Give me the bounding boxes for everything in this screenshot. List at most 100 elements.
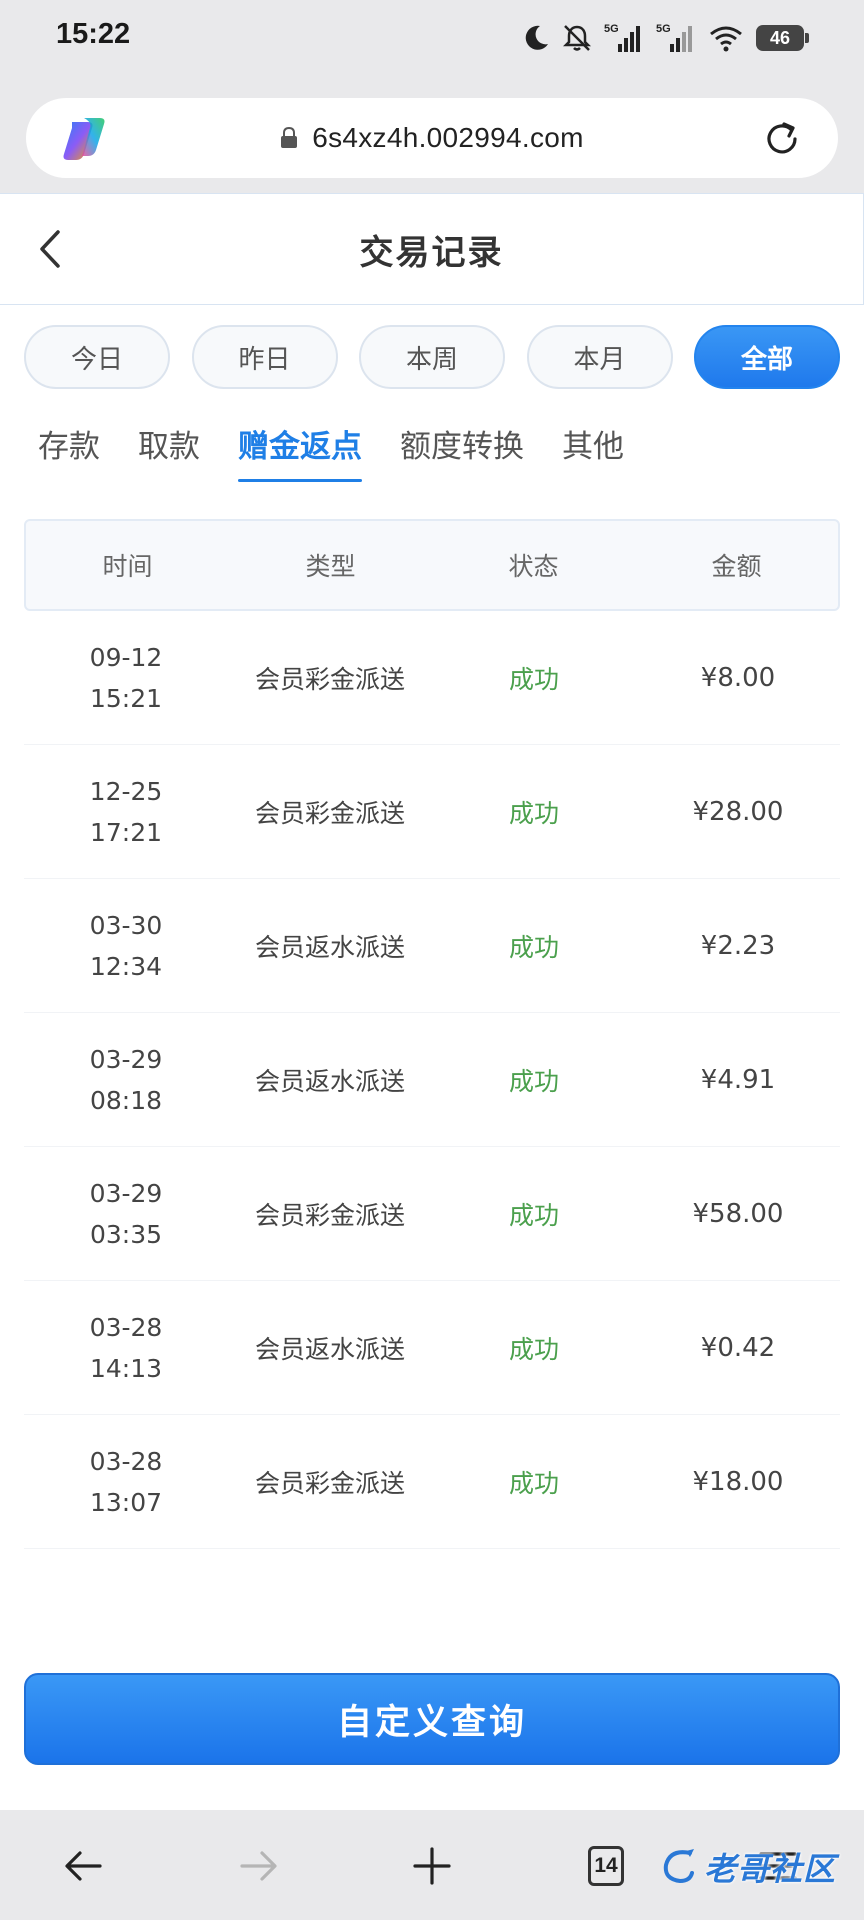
cell-date: 09-12 — [89, 642, 163, 672]
cell-clock: 12:34 — [89, 951, 163, 981]
status-bar: 15:22 5G 5G 46 — [0, 0, 864, 80]
cell-type: 会员彩金派送 — [254, 1200, 405, 1230]
moon-icon — [525, 25, 548, 50]
svg-text:5G: 5G — [656, 23, 671, 35]
signal-5g-icon: 5G — [604, 23, 640, 52]
bell-muted-icon — [562, 25, 592, 51]
column-header-amount: 金额 — [711, 552, 762, 581]
cell-amount: ¥4.91 — [700, 1064, 776, 1095]
page-content: 交易记录 今日 昨日 本周 本月 全部 存款 取款 赠金返点 额度转换 其他 时… — [0, 193, 864, 1810]
tab-count: 14 — [588, 1846, 624, 1886]
cell-time: 03-28 14:13 — [24, 1307, 228, 1389]
cell-clock: 17:21 — [89, 817, 163, 847]
svg-text:5G: 5G — [604, 23, 619, 35]
back-chevron-icon[interactable] — [36, 228, 66, 270]
table-row[interactable]: 03-29 03:35 会员彩金派送 成功 ¥58.00 — [24, 1147, 840, 1281]
tab-other[interactable]: 其他 — [562, 421, 624, 482]
signal-5g-icon-2: 5G — [656, 23, 692, 52]
watermark-text: 老哥社区 — [704, 1850, 837, 1888]
url-wrap[interactable]: 6s4xz4h.002994.com — [26, 98, 838, 178]
tab-withdraw[interactable]: 取款 — [138, 421, 200, 482]
cell-amount: ¥8.00 — [700, 662, 776, 693]
date-filter-chips: 今日 昨日 本周 本月 全部 — [24, 325, 840, 389]
cell-type: 会员彩金派送 — [254, 664, 405, 694]
cell-time: 03-28 13:07 — [24, 1441, 228, 1523]
cell-date: 12-25 — [89, 776, 163, 806]
filter-this-week[interactable]: 本周 — [359, 325, 505, 389]
filter-all[interactable]: 全部 — [694, 325, 840, 389]
address-bar[interactable]: 6s4xz4h.002994.com — [26, 98, 838, 178]
cell-status: 成功 — [508, 932, 559, 962]
table-row[interactable]: 09-12 15:21 会员彩金派送 成功 ¥8.00 — [24, 611, 840, 745]
reload-icon[interactable] — [762, 119, 802, 159]
cell-type: 会员返水派送 — [254, 932, 405, 962]
table-row[interactable]: 03-28 13:07 会员彩金派送 成功 ¥18.00 — [24, 1415, 840, 1549]
watermark: 老哥社区 — [660, 1832, 850, 1902]
battery-indicator: 46 — [756, 25, 809, 51]
plus-icon — [413, 1847, 451, 1885]
arrow-right-icon — [240, 1851, 277, 1881]
tab-bonus-rebate[interactable]: 赠金返点 — [238, 421, 362, 482]
nav-new-tab-button[interactable] — [406, 1840, 458, 1892]
cell-amount: ¥58.00 — [692, 1198, 784, 1229]
column-header-type: 类型 — [305, 552, 356, 581]
cell-date: 03-28 — [89, 1312, 163, 1342]
cell-status: 成功 — [508, 1468, 559, 1498]
table-row[interactable]: 03-28 14:13 会员返水派送 成功 ¥0.42 — [24, 1281, 840, 1415]
cell-amount: ¥28.00 — [692, 796, 784, 827]
cell-type: 会员彩金派送 — [254, 1468, 405, 1498]
cell-status: 成功 — [508, 1066, 559, 1096]
column-header-status: 状态 — [508, 552, 559, 581]
cell-status: 成功 — [508, 798, 559, 828]
cell-date: 03-30 — [89, 910, 163, 940]
cell-clock: 13:07 — [89, 1487, 163, 1517]
table-row[interactable]: 12-25 17:21 会员彩金派送 成功 ¥28.00 — [24, 745, 840, 879]
tab-deposit[interactable]: 存款 — [38, 421, 100, 482]
tab-credit-transfer[interactable]: 额度转换 — [400, 421, 524, 482]
browser-bottom-nav: 14 老哥社区 — [0, 1810, 864, 1920]
table-header: 时间 类型 状态 金额 — [24, 519, 840, 611]
cell-clock: 08:18 — [89, 1085, 163, 1115]
cell-clock: 03:35 — [89, 1219, 163, 1249]
cell-time: 03-29 03:35 — [24, 1173, 228, 1255]
cell-time: 09-12 15:21 — [24, 637, 228, 719]
cell-status: 成功 — [508, 664, 559, 694]
cell-amount: ¥18.00 — [692, 1466, 784, 1497]
custom-query-button[interactable]: 自定义查询 — [24, 1673, 840, 1765]
cell-status: 成功 — [508, 1200, 559, 1230]
dragon-logo-icon — [663, 1849, 694, 1884]
cell-time: 12-25 17:21 — [24, 771, 228, 853]
nav-forward-button[interactable] — [232, 1840, 284, 1892]
cell-status: 成功 — [508, 1334, 559, 1364]
status-icons: 5G 5G 46 — [524, 18, 809, 58]
transactions-table: 时间 类型 状态 金额 09-12 15:21 会员彩金派送 成功 ¥8.00 … — [24, 519, 840, 1549]
cell-clock: 14:13 — [89, 1353, 163, 1383]
cell-type: 会员返水派送 — [254, 1066, 405, 1096]
cell-date: 03-29 — [89, 1178, 163, 1208]
table-row[interactable]: 03-30 12:34 会员返水派送 成功 ¥2.23 — [24, 879, 840, 1013]
url-text[interactable]: 6s4xz4h.002994.com — [312, 122, 584, 154]
cell-amount: ¥0.42 — [700, 1332, 776, 1363]
page-header: 交易记录 — [0, 193, 864, 305]
filter-this-month[interactable]: 本月 — [526, 325, 673, 389]
status-time: 15:22 — [56, 18, 131, 50]
cell-clock: 15:21 — [89, 683, 163, 713]
page-title: 交易记录 — [359, 232, 504, 273]
cell-date: 03-28 — [89, 1446, 163, 1476]
arrow-left-icon — [65, 1851, 102, 1881]
cell-time: 03-29 08:18 — [24, 1039, 228, 1121]
cell-type: 会员彩金派送 — [254, 798, 405, 828]
nav-back-button[interactable] — [58, 1840, 110, 1892]
wifi-icon — [710, 26, 742, 52]
lock-icon — [281, 127, 298, 148]
filter-yesterday[interactable]: 昨日 — [191, 325, 338, 389]
nav-tabs-button[interactable]: 14 — [580, 1840, 632, 1892]
filter-today[interactable]: 今日 — [24, 325, 170, 389]
record-type-tabs: 存款 取款 赠金返点 额度转换 其他 — [38, 421, 624, 482]
cell-type: 会员返水派送 — [254, 1334, 405, 1364]
table-row[interactable]: 03-29 08:18 会员返水派送 成功 ¥4.91 — [24, 1013, 840, 1147]
column-header-time: 时间 — [102, 552, 153, 581]
cell-time: 03-30 12:34 — [24, 905, 228, 987]
cell-amount: ¥2.23 — [700, 930, 776, 961]
cell-date: 03-29 — [89, 1044, 163, 1074]
